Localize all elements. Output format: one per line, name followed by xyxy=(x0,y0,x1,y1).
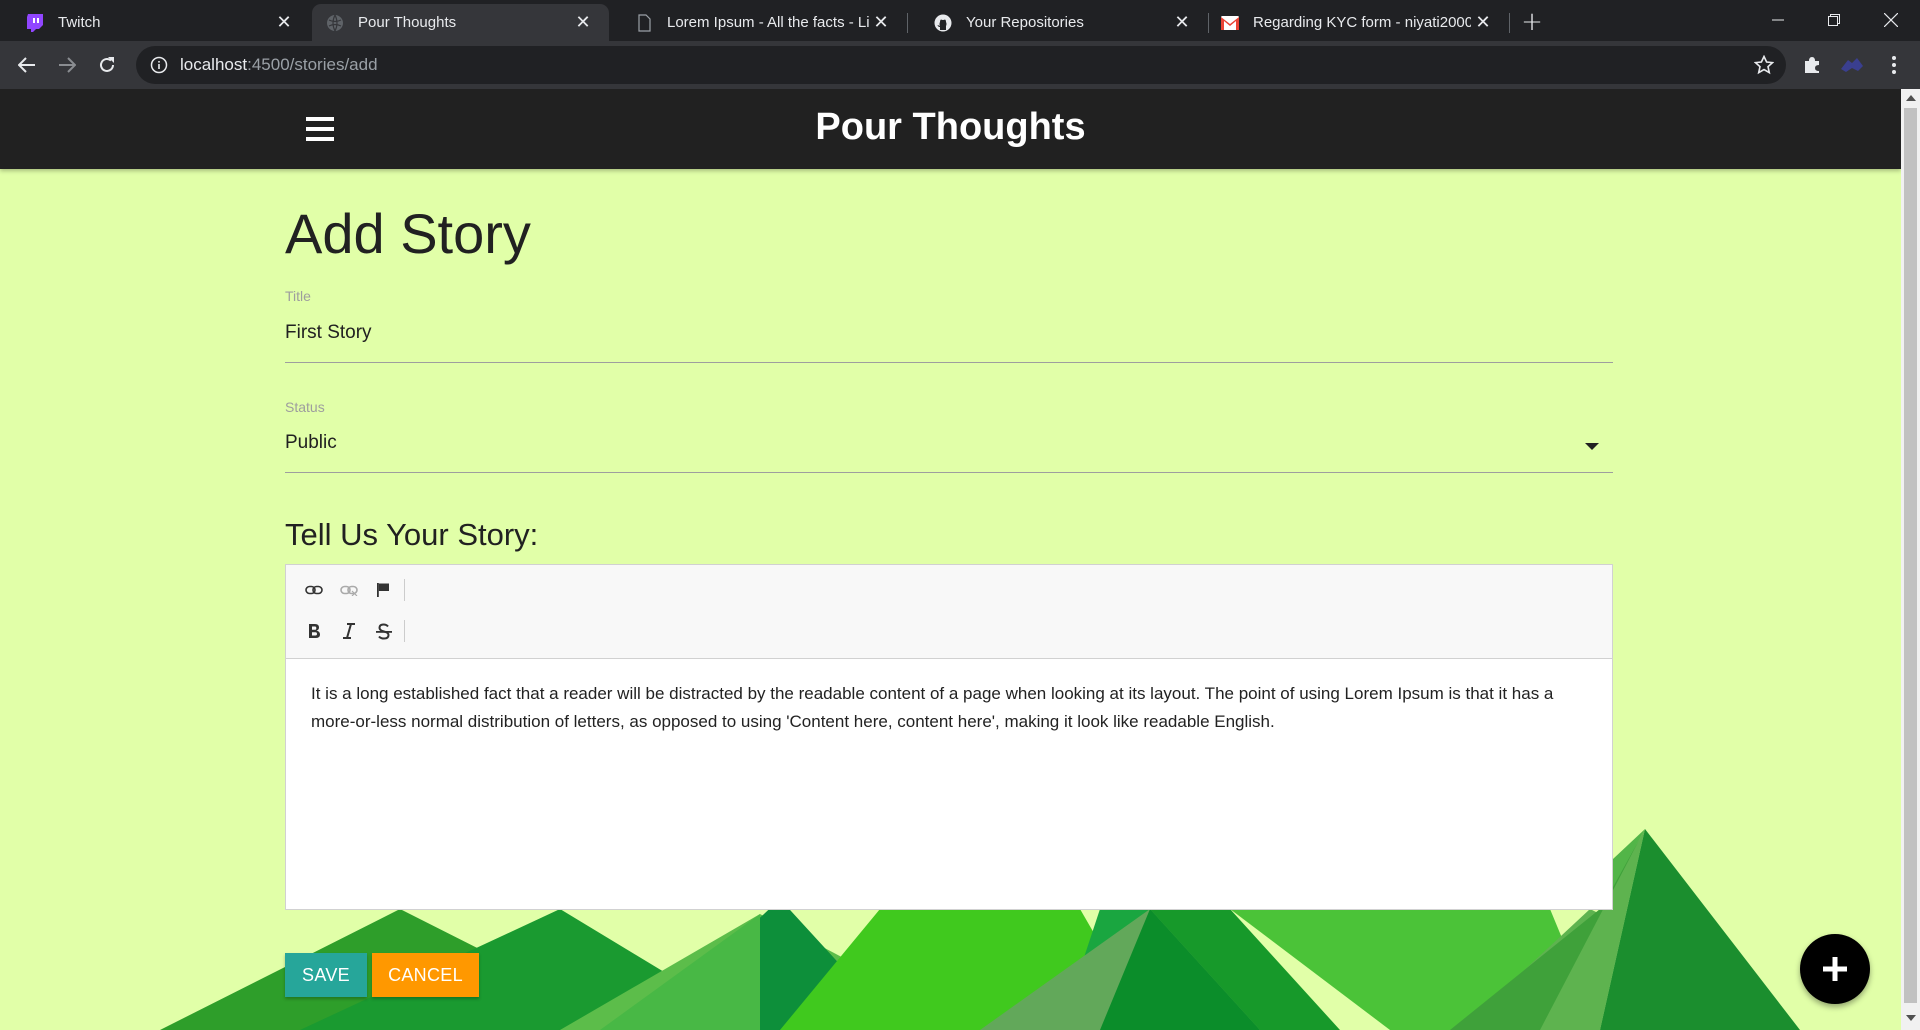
tab-github[interactable]: Your Repositories ✕ xyxy=(908,4,1208,41)
browser-tab-strip: Twitch ✕ Pour Thoughts ✕ Lorem Ipsum - A… xyxy=(0,0,1920,41)
status-select-underline xyxy=(285,472,1613,473)
link-icon[interactable] xyxy=(301,577,327,603)
tab-gmail[interactable]: Regarding KYC form - niyati2000 ✕ xyxy=(1209,4,1509,41)
page-scrollbar[interactable] xyxy=(1901,89,1920,1030)
tab-twitch[interactable]: Twitch ✕ xyxy=(0,4,310,41)
scroll-down-arrow-icon[interactable] xyxy=(1906,1015,1916,1021)
tab-title: Regarding KYC form - niyati2000 xyxy=(1253,14,1471,31)
close-tab-icon[interactable]: ✕ xyxy=(1471,11,1495,35)
close-tab-icon[interactable]: ✕ xyxy=(571,11,595,35)
url-text: localhost:4500/stories/add xyxy=(180,55,378,74)
title-label: Title xyxy=(285,288,311,304)
italic-icon[interactable] xyxy=(336,618,362,644)
extensions-puzzle-icon[interactable] xyxy=(1798,51,1826,79)
title-input[interactable]: First Story xyxy=(285,322,372,344)
plus-icon xyxy=(1823,957,1847,981)
save-button[interactable]: SAVE xyxy=(285,953,367,997)
page-viewport: Pour Thoughts Add Story Title First Stor… xyxy=(0,89,1901,1030)
story-body-text[interactable]: It is a long established fact that a rea… xyxy=(311,680,1591,736)
new-tab-icon[interactable]: + xyxy=(1518,7,1546,37)
anchor-flag-icon[interactable] xyxy=(370,577,396,603)
tab-pour-thoughts[interactable]: Pour Thoughts ✕ xyxy=(312,4,609,41)
toolbar-separator xyxy=(404,620,405,642)
close-tab-icon[interactable]: ✕ xyxy=(869,11,893,35)
minimize-icon[interactable] xyxy=(1749,0,1807,40)
story-editor: It is a long established fact that a rea… xyxy=(285,564,1613,910)
scrollbar-thumb[interactable] xyxy=(1904,108,1917,1003)
restore-icon[interactable] xyxy=(1805,0,1863,40)
close-tab-icon[interactable]: ✕ xyxy=(272,11,296,35)
story-heading: Tell Us Your Story: xyxy=(285,517,539,552)
tab-separator xyxy=(1509,13,1510,33)
bookmark-star-icon[interactable] xyxy=(1753,54,1775,80)
twitch-icon xyxy=(26,13,44,32)
cancel-button[interactable]: CANCEL xyxy=(372,953,479,997)
globe-icon xyxy=(326,14,344,32)
tab-title: Lorem Ipsum - All the facts - Lips xyxy=(667,14,869,31)
gmail-icon xyxy=(1221,14,1239,32)
chevron-down-icon[interactable] xyxy=(1585,443,1599,450)
browser-menu-icon[interactable] xyxy=(1880,51,1908,79)
address-bar[interactable]: localhost:4500/stories/add xyxy=(136,46,1786,84)
status-label: Status xyxy=(285,399,325,415)
close-tab-icon[interactable]: ✕ xyxy=(1170,11,1194,35)
add-story-fab-button[interactable] xyxy=(1800,934,1870,1004)
unlink-icon[interactable] xyxy=(336,577,362,603)
strikethrough-icon[interactable] xyxy=(371,618,397,644)
site-info-icon[interactable] xyxy=(150,56,168,74)
close-window-icon[interactable] xyxy=(1862,0,1920,40)
profile-avatar-icon[interactable] xyxy=(1838,51,1866,79)
forward-icon[interactable] xyxy=(51,49,83,81)
page-title: Add Story xyxy=(285,202,531,265)
back-icon[interactable] xyxy=(11,49,43,81)
status-select[interactable]: Public xyxy=(285,432,337,454)
editor-toolbar xyxy=(286,565,1612,659)
scroll-up-arrow-icon[interactable] xyxy=(1906,95,1916,101)
tab-title: Twitch xyxy=(58,14,101,31)
tab-lorem-ipsum[interactable]: Lorem Ipsum - All the facts - Lips ✕ xyxy=(609,4,907,41)
brand-title[interactable]: Pour Thoughts xyxy=(0,106,1901,149)
bold-icon[interactable] xyxy=(301,618,327,644)
tab-title: Your Repositories xyxy=(966,14,1084,31)
title-input-underline xyxy=(285,362,1613,363)
browser-toolbar: localhost:4500/stories/add xyxy=(0,41,1920,89)
app-navbar: Pour Thoughts xyxy=(0,89,1901,169)
reload-icon[interactable] xyxy=(91,49,123,81)
tab-title: Pour Thoughts xyxy=(358,14,457,31)
page-icon xyxy=(635,13,653,32)
toolbar-separator xyxy=(404,579,405,601)
github-icon xyxy=(934,14,952,32)
